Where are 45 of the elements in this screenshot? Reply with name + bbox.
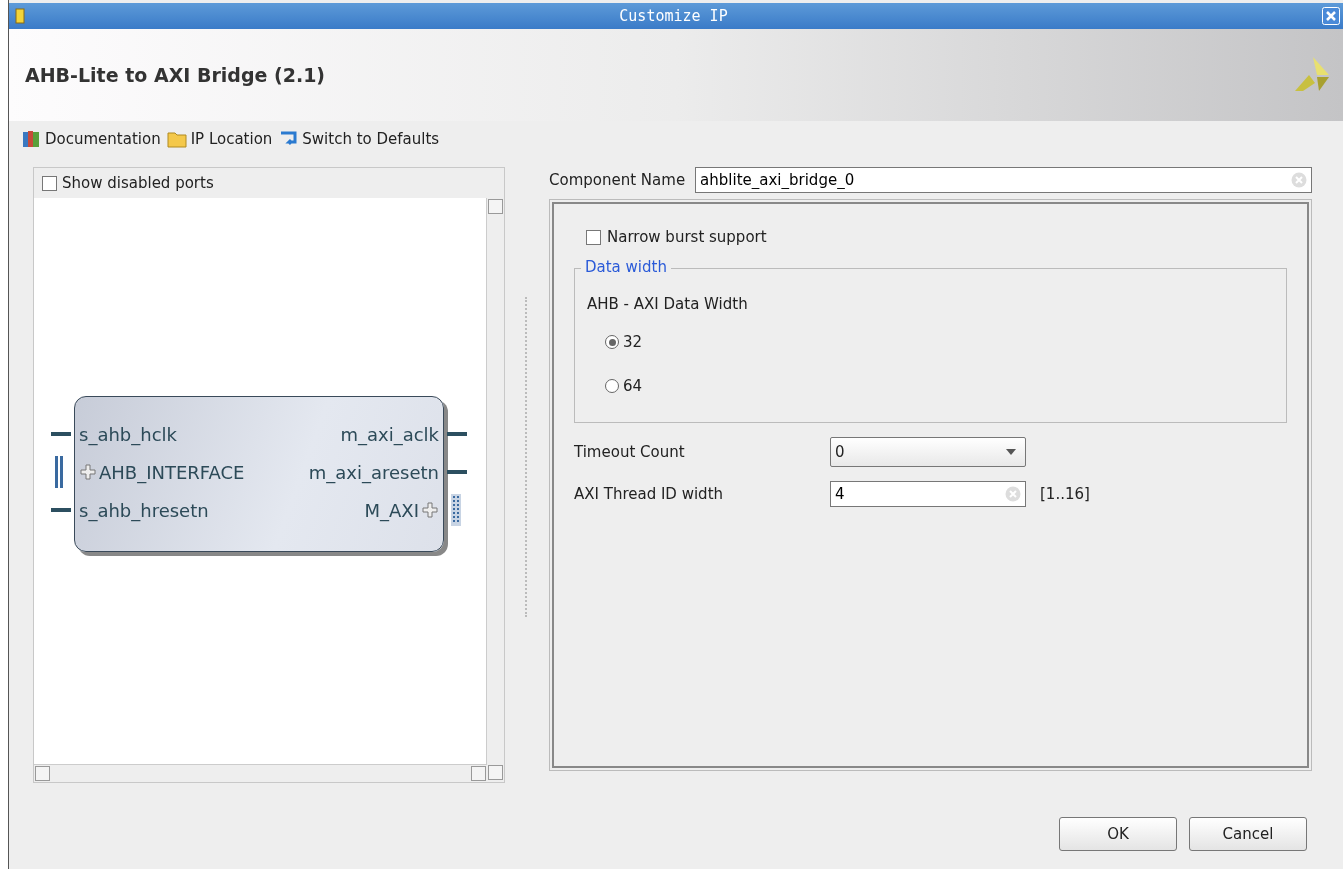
bus-port-icon (55, 456, 65, 488)
checkbox[interactable] (42, 175, 57, 191)
ip-title: AHB-Lite to AXI Bridge (2.1) (25, 64, 326, 86)
toolbar-button[interactable]: Switch to Defaults (278, 129, 440, 149)
range-hint: [1..16] (1040, 485, 1090, 503)
port-stub (51, 508, 71, 512)
port-stub (51, 432, 71, 436)
field-label: AXI Thread ID width (574, 485, 725, 503)
scroll-down-button[interactable] (488, 765, 503, 780)
chip-icon (15, 8, 25, 24)
field-label: Timeout Count (574, 443, 686, 461)
vertical-scrollbar[interactable] (486, 198, 504, 764)
port-stub (447, 432, 467, 436)
port-label: AHB_INTERFACE (99, 461, 245, 483)
plus-icon (79, 463, 97, 481)
toolbar-button[interactable]: IP Location (166, 129, 273, 149)
radio-label: 64 (623, 377, 643, 395)
field-label: Component Name (549, 171, 686, 189)
port-label: M_AXI (364, 499, 419, 521)
port-stub (447, 470, 467, 474)
checkbox[interactable] (586, 229, 601, 245)
timeout-dropdown[interactable]: 0 (830, 437, 1026, 467)
window-title: Customize IP (618, 7, 729, 25)
dialog-button[interactable]: Cancel (1189, 817, 1307, 851)
port-label: s_ahb_hclk (79, 423, 177, 445)
caret-icon (1005, 448, 1017, 456)
radio-label: 32 (623, 333, 643, 351)
port-label: m_axi_aresetn (308, 461, 439, 483)
radio-button[interactable] (605, 335, 619, 349)
radio-button[interactable] (605, 379, 619, 393)
field-label: AHB - AXI Data Width (587, 295, 749, 313)
port-label: m_axi_aclk (340, 423, 439, 445)
horizontal-scrollbar[interactable] (34, 764, 487, 782)
bus-port-icon (451, 494, 461, 526)
port-label: s_ahb_hresetn (79, 499, 209, 521)
thread-id-field[interactable]: 4 (830, 481, 1026, 507)
plus-icon (421, 501, 439, 519)
component-name-field[interactable]: ahblite_axi_bridge_0 (695, 167, 1312, 193)
folder-icon (166, 129, 187, 149)
checkbox-label: Show disabled ports (62, 174, 214, 192)
books-icon (21, 129, 41, 149)
checkbox-label: Narrow burst support (607, 228, 767, 246)
toolbar-button[interactable]: Documentation (21, 129, 161, 149)
close-icon[interactable] (1322, 7, 1340, 25)
dialog-button[interactable]: OK (1059, 817, 1177, 851)
